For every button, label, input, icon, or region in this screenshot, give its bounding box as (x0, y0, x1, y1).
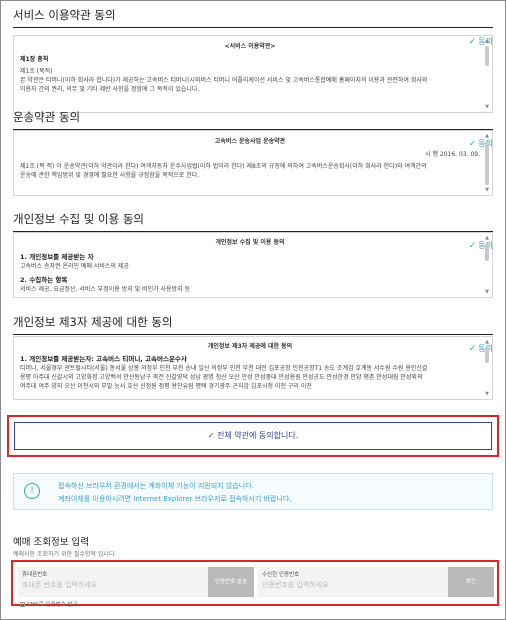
privacy-box[interactable]: 개인정보 수집 및 이용 동의 1. 개인정보를 제공받는 자 고속버스 승차권… (13, 232, 493, 298)
third-party-line: 티머니, 서울경부 센트럴시티(서울) 동서울 상봉 의정부 인천 부천 송내 … (20, 365, 428, 372)
code-label: 수신한 인증번호 (262, 572, 300, 578)
agree-all-button[interactable]: ✓ 전체 약관에 동의합니다. (14, 422, 492, 450)
phone-field-group: 휴대폰번호 휴대폰 번호를 입력하세요 인증번호 발송 (18, 567, 254, 597)
sms-checkbox[interactable]: SMS로 인증번호 받기 (20, 600, 78, 608)
service-terms-line: 이용자 간의 권리, 의무 및 기타 제반 사항을 정함에 그 목적이 있습니다… (20, 86, 200, 93)
service-terms-chapter: 제1장 총칙 (20, 56, 49, 63)
privacy-doc-title: 개인정보 수집 및 이용 동의 (215, 239, 285, 246)
scrollbar-thumb[interactable] (485, 347, 489, 363)
phone-input[interactable]: 휴대폰 번호를 입력하세요 (22, 580, 97, 590)
service-terms-article: 제1조 (목적) (20, 68, 53, 75)
transport-terms-box[interactable]: 고속버스 운송사업 운송약관 시 행 2016. 03. 09. 제1조 (목 … (13, 130, 493, 196)
privacy-paragraph: 서비스 제공, 요금정산, 서비스 부정이용 방지 및 비인가 사용방지 등 (20, 286, 191, 293)
scroll-up-icon[interactable]: ▲ (484, 133, 490, 139)
privacy-title: 개인정보 수집 및 이용 동의 (13, 212, 145, 226)
reservation-title: 예매 조회정보 입력 (13, 537, 89, 548)
info-icon: ! (24, 483, 40, 499)
service-terms-title: 서비스 이용약관 동의 (13, 8, 116, 22)
scroll-down-icon[interactable]: ▼ (484, 289, 490, 295)
scrollbar[interactable]: ▲ ▼ (484, 339, 490, 397)
privacy-header: 개인정보 수집 및 이용 동의 ✓동의 (13, 210, 493, 251)
scroll-up-icon[interactable]: ▲ (484, 339, 490, 345)
scroll-up-icon[interactable]: ▲ (484, 38, 490, 44)
third-party-header: 개인정보 제3자 제공에 대한 동의 ✓동의 (13, 313, 493, 354)
third-party-line: 여주대 여주 양지 오산 이천시외 부발 능서 호산 신정원 점평 용인유림 평… (20, 383, 312, 390)
transport-terms-doc-title: 고속버스 운송사업 운송약관 (214, 138, 286, 145)
agree-all-highlight: ✓ 전체 약관에 동의합니다. (7, 415, 499, 457)
checkbox-icon[interactable] (20, 602, 25, 607)
reservation-subtitle: 예매사항 조회하기 위한 필수항목 입니다. (13, 551, 117, 558)
send-code-button[interactable]: 인증번호 발송 (208, 567, 254, 597)
transport-terms-date: 시 행 2016. 03. 09. (425, 151, 480, 158)
privacy-text: 개인정보 수집 및 이용 동의 1. 개인정보를 제공받는 자 고속버스 승차권… (20, 233, 480, 297)
privacy-heading: 2. 수집하는 항목 (20, 276, 68, 284)
transport-terms-text: 고속버스 운송사업 운송약관 시 행 2016. 03. 09. 제1조 (목 … (20, 131, 480, 195)
service-terms-text: <서비스 이용약관> 제1장 총칙 제1조 (목적) 본 약관은 티머니(이하 … (20, 36, 480, 112)
service-terms-line: 본 약관은 티머니(이하 회사라 합니다)가 제공하는 고속버스 티머니(시외버… (20, 77, 428, 84)
phone-label: 휴대폰번호 (22, 572, 48, 578)
notice-line: 계좌이체를 이용하시려면 Internet Explorer 브라우저로 접속하… (58, 495, 292, 503)
third-party-title: 개인정보 제3자 제공에 대한 동의 (13, 315, 173, 329)
scrollbar-thumb[interactable] (485, 141, 489, 185)
transport-terms-line: 제1조 (목 적) 이 운송약관(이하 약관이라 한다) 여객자동차 운수사업법… (20, 163, 427, 170)
verification-form-highlight: 휴대폰번호 휴대폰 번호를 입력하세요 인증번호 발송 수신한 인증번호 인증번… (11, 560, 499, 608)
scrollbar-thumb[interactable] (485, 243, 489, 261)
privacy-heading: 1. 개인정보를 제공받는 자 (20, 253, 94, 261)
browser-notice: ! 접속하신 브라우저 환경에서는 계좌이체 기능이 지원되지 않습니다. 계좌… (13, 473, 493, 510)
scrollbar[interactable]: ▲ ▼ (484, 133, 490, 193)
confirm-button[interactable]: 확인 (448, 567, 494, 597)
third-party-text: 개인정보 제3자 제공에 대한 동의 1. 개인정보를 제공받는자: 고속버스 … (20, 337, 480, 399)
third-party-doc-title: 개인정보 제3자 제공에 대한 동의 (207, 343, 293, 350)
code-input[interactable]: 인증번호를 입력하세요 (262, 580, 329, 590)
scroll-down-icon[interactable]: ▼ (484, 391, 490, 397)
sms-label: SMS로 인증번호 받기 (27, 602, 78, 608)
transport-terms-line: 운송에 관한 책임범위 및 경영에 필요한 사항을 규정함을 목적으로 한다. (20, 172, 200, 179)
privacy-paragraph: 고속버스 승차권 온라인 예매 서비스의 제공 (20, 263, 129, 270)
transport-terms-header: 운송약관 동의 ✓동의 (13, 108, 493, 149)
service-terms-doc-title: <서비스 이용약관> (224, 43, 276, 50)
scroll-up-icon[interactable]: ▲ (484, 235, 490, 241)
scrollbar-thumb[interactable] (485, 46, 489, 66)
notice-line: 접속하신 브라우저 환경에서는 계좌이체 기능이 지원되지 않습니다. (58, 482, 254, 490)
transport-terms-title: 운송약관 동의 (13, 110, 81, 124)
code-field-group: 수신한 인증번호 인증번호를 입력하세요 확인 (258, 567, 494, 597)
service-terms-header: 서비스 이용약관 동의 ✓ 동의 (13, 6, 493, 47)
scrollbar[interactable]: ▲ ▼ (484, 38, 490, 110)
scrollbar[interactable]: ▲ ▼ (484, 235, 490, 295)
scroll-down-icon[interactable]: ▼ (484, 187, 490, 193)
third-party-box[interactable]: 개인정보 제3자 제공에 대한 동의 1. 개인정보를 제공받는자: 고속버스 … (13, 336, 493, 400)
third-party-line: 용평 아주대 신갈시외 고양화정 고양백석 안산동남구 죽전 신갈영덕 성남 광… (20, 374, 423, 381)
service-terms-box[interactable]: <서비스 이용약관> 제1장 총칙 제1조 (목적) 본 약관은 티머니(이하 … (13, 35, 493, 113)
third-party-heading: 1. 개인정보를 제공받는자: 고속버스 티머니, 고속버스운수사 (20, 355, 187, 363)
